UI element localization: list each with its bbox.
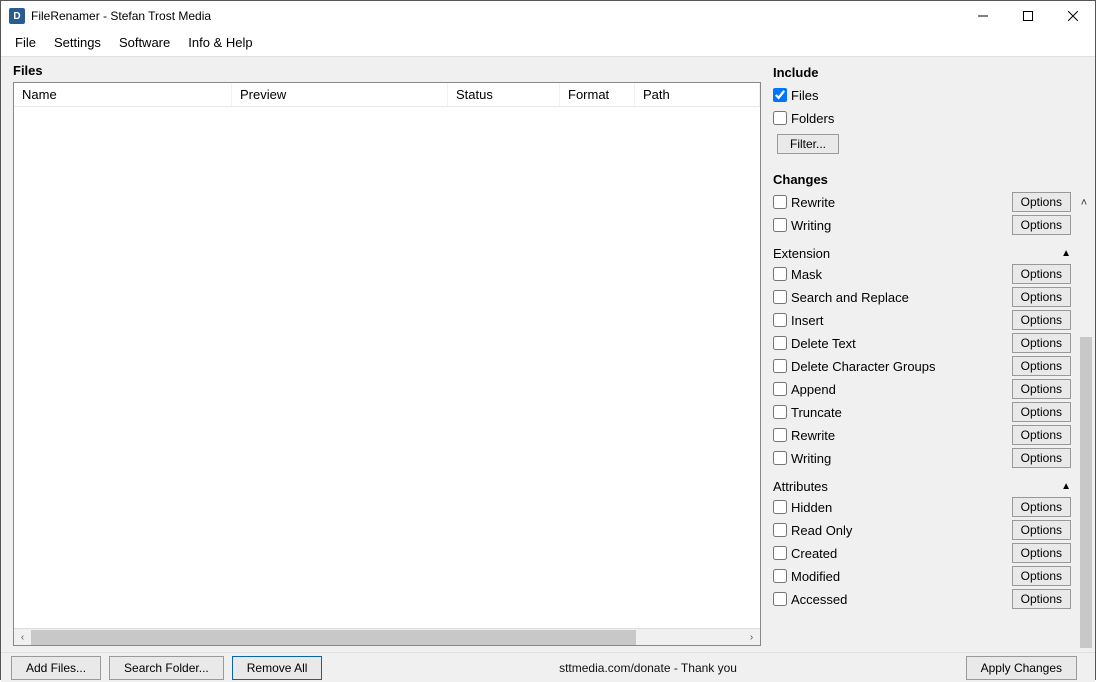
filter-button[interactable]: Filter...	[777, 134, 839, 154]
menu-info-help[interactable]: Info & Help	[180, 33, 260, 52]
changes-writing-label: Writing	[791, 218, 1012, 233]
remove-all-button[interactable]: Remove All	[232, 656, 323, 680]
ext-delete-char-groups-label: Delete Character Groups	[791, 359, 1012, 374]
ext-writing-checkbox[interactable]	[773, 451, 787, 465]
attr-read-only-label: Read Only	[791, 523, 1012, 538]
attr-created-options-button[interactable]: Options	[1012, 543, 1071, 563]
attr-hidden-checkbox[interactable]	[773, 500, 787, 514]
changes-rewrite-options-button[interactable]: Options	[1012, 192, 1071, 212]
attr-accessed-label: Accessed	[791, 592, 1012, 607]
window-title: FileRenamer - Stefan Trost Media	[31, 9, 960, 23]
attr-read-only-options-button[interactable]: Options	[1012, 520, 1071, 540]
ext-writing-label: Writing	[791, 451, 1012, 466]
ext-delete-text-label: Delete Text	[791, 336, 1012, 351]
ext-insert-label: Insert	[791, 313, 1012, 328]
attr-accessed-options-button[interactable]: Options	[1012, 589, 1071, 609]
add-files-button[interactable]: Add Files...	[11, 656, 101, 680]
ext-truncate-options-button[interactable]: Options	[1012, 402, 1071, 422]
changes-writing-checkbox[interactable]	[773, 218, 787, 232]
files-table-header: Name Preview Status Format Path	[14, 83, 760, 107]
caret-up-icon[interactable]: ▲	[1061, 248, 1071, 259]
ext-append-label: Append	[791, 382, 1012, 397]
col-preview[interactable]: Preview	[232, 83, 448, 106]
ext-truncate-checkbox[interactable]	[773, 405, 787, 419]
attr-modified-options-button[interactable]: Options	[1012, 566, 1071, 586]
attr-created-label: Created	[791, 546, 1012, 561]
vscroll-thumb[interactable]	[1080, 337, 1092, 648]
attr-read-only-checkbox[interactable]	[773, 523, 787, 537]
col-name[interactable]: Name	[14, 83, 232, 106]
app-icon: D	[9, 8, 25, 24]
include-heading: Include	[773, 65, 1071, 80]
col-path[interactable]: Path	[635, 83, 760, 106]
files-hscrollbar[interactable]: ‹ ›	[14, 628, 760, 645]
include-files-checkbox[interactable]	[773, 88, 787, 102]
ext-search-replace-label: Search and Replace	[791, 290, 1012, 305]
attr-modified-label: Modified	[791, 569, 1012, 584]
caret-up-icon[interactable]: ▲	[1061, 481, 1071, 492]
changes-heading: Changes	[773, 172, 1071, 187]
ext-rewrite-options-button[interactable]: Options	[1012, 425, 1071, 445]
ext-truncate-label: Truncate	[791, 405, 1012, 420]
apply-changes-button[interactable]: Apply Changes	[966, 656, 1077, 680]
attr-modified-checkbox[interactable]	[773, 569, 787, 583]
ext-rewrite-checkbox[interactable]	[773, 428, 787, 442]
menu-software[interactable]: Software	[111, 33, 178, 52]
include-folders-checkbox[interactable]	[773, 111, 787, 125]
col-status[interactable]: Status	[448, 83, 560, 106]
col-format[interactable]: Format	[560, 83, 635, 106]
ext-insert-checkbox[interactable]	[773, 313, 787, 327]
ext-append-checkbox[interactable]	[773, 382, 787, 396]
ext-search-replace-checkbox[interactable]	[773, 290, 787, 304]
menubar: File Settings Software Info & Help	[1, 31, 1095, 56]
ext-search-replace-options-button[interactable]: Options	[1012, 287, 1071, 307]
hscroll-thumb[interactable]	[31, 630, 636, 645]
ext-writing-options-button[interactable]: Options	[1012, 448, 1071, 468]
minimize-button[interactable]	[960, 1, 1005, 31]
menu-settings[interactable]: Settings	[46, 33, 109, 52]
files-panel: Files Name Preview Status Format Path ‹ …	[1, 57, 769, 652]
attr-hidden-options-button[interactable]: Options	[1012, 497, 1071, 517]
include-files-label: Files	[791, 88, 1071, 103]
hscroll-track[interactable]	[31, 629, 743, 645]
changes-writing-options-button[interactable]: Options	[1012, 215, 1071, 235]
maximize-button[interactable]	[1005, 1, 1050, 31]
menu-file[interactable]: File	[7, 33, 44, 52]
ext-mask-checkbox[interactable]	[773, 267, 787, 281]
hscroll-right-icon[interactable]: ›	[743, 629, 760, 645]
options-panel: Include Files Folders Filter... Changes …	[769, 57, 1095, 652]
include-folders-label: Folders	[791, 111, 1071, 126]
footer: Add Files... Search Folder... Remove All…	[1, 652, 1095, 682]
ext-delete-text-options-button[interactable]: Options	[1012, 333, 1071, 353]
window-controls	[960, 1, 1095, 31]
changes-rewrite-checkbox[interactable]	[773, 195, 787, 209]
changes-rewrite-label: Rewrite	[791, 195, 1012, 210]
ext-insert-options-button[interactable]: Options	[1012, 310, 1071, 330]
ext-delete-char-groups-options-button[interactable]: Options	[1012, 356, 1071, 376]
panel-scroll-up-icon[interactable]: ˄	[1077, 195, 1091, 211]
extension-heading: Extension ▲	[773, 246, 1071, 261]
files-table-body[interactable]	[14, 107, 760, 628]
search-folder-button[interactable]: Search Folder...	[109, 656, 224, 680]
ext-rewrite-label: Rewrite	[791, 428, 1012, 443]
attr-created-checkbox[interactable]	[773, 546, 787, 560]
attr-hidden-label: Hidden	[791, 500, 1012, 515]
attr-accessed-checkbox[interactable]	[773, 592, 787, 606]
ext-append-options-button[interactable]: Options	[1012, 379, 1071, 399]
attributes-heading: Attributes ▲	[773, 479, 1071, 494]
ext-delete-char-groups-checkbox[interactable]	[773, 359, 787, 373]
ext-mask-label: Mask	[791, 267, 1012, 282]
ext-mask-options-button[interactable]: Options	[1012, 264, 1071, 284]
content-area: Files Name Preview Status Format Path ‹ …	[1, 56, 1095, 652]
donate-text: sttmedia.com/donate - Thank you	[559, 661, 737, 675]
titlebar: D FileRenamer - Stefan Trost Media	[1, 1, 1095, 31]
files-table: Name Preview Status Format Path ‹ ›	[13, 82, 761, 646]
ext-delete-text-checkbox[interactable]	[773, 336, 787, 350]
hscroll-left-icon[interactable]: ‹	[14, 629, 31, 645]
close-button[interactable]	[1050, 1, 1095, 31]
options-vscrollbar[interactable]	[1079, 337, 1093, 648]
files-heading: Files	[13, 63, 761, 78]
